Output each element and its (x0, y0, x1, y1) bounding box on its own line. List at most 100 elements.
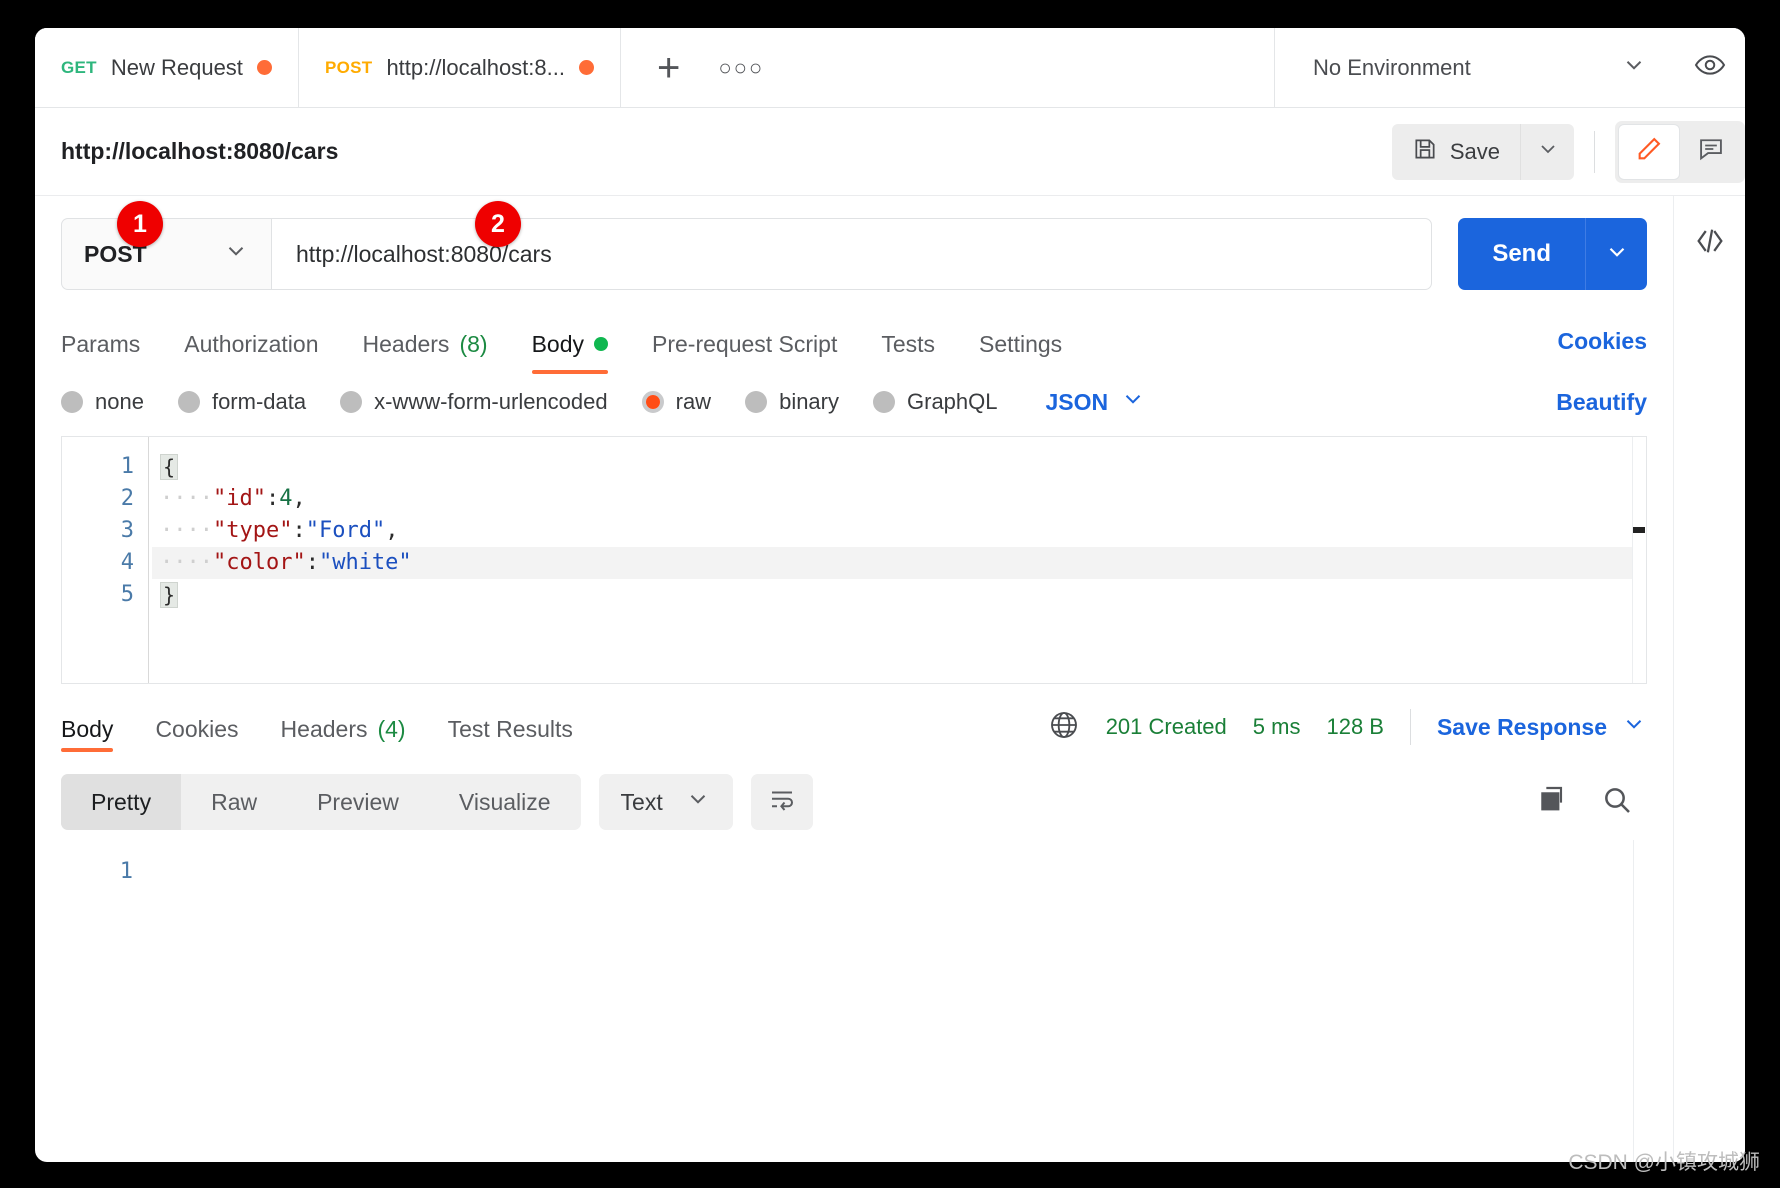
url-bar: 1 2 POST http://localhost:8080/cars Send (35, 196, 1673, 308)
code-line-2: ···· "id" : 4 , (152, 483, 1646, 515)
chevron-down-icon (1120, 386, 1146, 418)
plus-icon[interactable]: + (657, 48, 680, 88)
indent-dots: ···· (160, 486, 213, 511)
environment-label: No Environment (1313, 54, 1471, 80)
save-response-button[interactable]: Save Response (1437, 711, 1647, 743)
copy-icon[interactable] (1537, 784, 1569, 821)
tab-pre-request-script[interactable]: Pre-request Script (652, 308, 837, 374)
code-line-1: { (152, 451, 1646, 483)
code-icon[interactable] (1693, 224, 1727, 263)
ellipsis-icon[interactable]: ○○○ (718, 55, 764, 81)
environment-selector[interactable]: No Environment (1275, 28, 1675, 107)
tab-headers[interactable]: Headers (8) (363, 308, 488, 374)
response-view-toolbar: Pretty Raw Preview Visualize Text (35, 764, 1673, 840)
unsaved-indicator-icon (256, 60, 272, 75)
chevron-down-icon (1604, 239, 1630, 270)
request-tabs: Params Authorization Headers (8) Body Pr… (35, 308, 1673, 374)
annotation-badge-1: 1 (117, 201, 163, 247)
json-key: "color" (212, 550, 306, 575)
json-colon: : (305, 550, 319, 575)
tab-params[interactable]: Params (61, 308, 140, 374)
tab-count: (4) (377, 715, 406, 742)
tab-actions: + ○○○ (620, 28, 1275, 107)
editor-code[interactable]: { ···· "id" : 4 , ···· "type" : "Ford" ,… (148, 437, 1646, 683)
body-type-binary[interactable]: binary (745, 389, 839, 415)
body-type-x-www-form-urlencoded[interactable]: x-www-form-urlencoded (340, 389, 608, 415)
response-scrollbar[interactable] (1633, 840, 1647, 1162)
response-tab-cookies[interactable]: Cookies (155, 690, 238, 764)
indent-dots: ···· (160, 550, 213, 575)
save-options-button[interactable] (1520, 123, 1574, 180)
request-tab-0[interactable]: GET New Request (35, 28, 299, 107)
view-mode-pretty[interactable]: Pretty (61, 774, 182, 830)
body-type-raw[interactable]: raw (641, 389, 712, 415)
send-options-button[interactable] (1585, 218, 1647, 290)
request-tab-method: GET (61, 57, 97, 77)
postman-window: GET New Request POST http://localhost:8.… (35, 28, 1745, 1162)
body-type-label: binary (779, 389, 839, 414)
comment-button[interactable] (1680, 123, 1742, 180)
save-button[interactable]: Save (1391, 123, 1520, 180)
body-format-selector[interactable]: JSON (1046, 386, 1147, 418)
response-code[interactable] (147, 840, 1673, 1162)
url-input[interactable]: http://localhost:8080/cars (271, 218, 1433, 290)
line-number: 1 (120, 454, 134, 479)
body-format-label: JSON (1045, 388, 1109, 415)
request-name-bar: http://localhost:8080/cars Save (35, 108, 1745, 196)
response-actions (1537, 784, 1647, 821)
status-badge: 201 Created (1105, 714, 1227, 739)
cookies-link[interactable]: Cookies (1558, 328, 1647, 355)
body-type-graphql[interactable]: GraphQL (873, 389, 998, 415)
send-button[interactable]: Send (1458, 218, 1585, 290)
body-type-label: raw (675, 389, 712, 414)
page-title: http://localhost:8080/cars (61, 138, 339, 164)
editor-scrollbar-thumb[interactable] (1633, 527, 1645, 533)
tab-label: Headers (362, 330, 450, 357)
response-gutter: 1 (61, 840, 147, 1162)
line-number: 3 (120, 518, 134, 543)
beautify-button[interactable]: Beautify (1556, 389, 1647, 416)
fold-marker[interactable]: { (160, 454, 178, 480)
request-tab-method: POST (324, 57, 373, 77)
view-mode-visualize[interactable]: Visualize (429, 774, 581, 830)
edit-button[interactable] (1618, 123, 1680, 180)
editor-gutter: 1 2 3 4 5 (62, 437, 148, 683)
response-time: 5 ms (1252, 714, 1301, 739)
body-type-label: x-www-form-urlencoded (374, 389, 608, 414)
response-tab-test-results[interactable]: Test Results (448, 690, 573, 764)
tab-settings[interactable]: Settings (979, 308, 1062, 374)
request-tab-label: New Request (110, 54, 243, 80)
right-sidebar (1673, 196, 1745, 1162)
method-selector[interactable]: POST (61, 218, 271, 290)
tab-authorization[interactable]: Authorization (184, 308, 318, 374)
word-wrap-button[interactable] (750, 774, 813, 830)
edit-comment-group (1615, 120, 1745, 183)
request-body-editor[interactable]: 1 2 3 4 5 { ···· "id" : 4 , ···· "type" … (61, 436, 1647, 684)
fold-marker[interactable]: } (160, 582, 178, 608)
json-value: "Ford" (305, 518, 386, 543)
response-tab-headers[interactable]: Headers (4) (281, 690, 406, 764)
save-button-label: Save (1449, 138, 1500, 164)
request-tab-1[interactable]: POST http://localhost:8... (298, 28, 621, 107)
unsaved-indicator-icon (578, 60, 594, 75)
save-response-label: Save Response (1436, 713, 1607, 740)
line-number: 4 (120, 550, 134, 575)
comment-icon (1697, 135, 1725, 168)
tab-tests[interactable]: Tests (881, 308, 935, 374)
tab-label: Body (61, 715, 114, 742)
view-mode-preview[interactable]: Preview (287, 774, 429, 830)
response-body[interactable]: 1 (35, 840, 1673, 1162)
search-icon[interactable] (1601, 784, 1633, 821)
view-mode-raw[interactable]: Raw (181, 774, 287, 830)
body-type-form-data[interactable]: form-data (177, 389, 307, 415)
radio-icon (745, 391, 768, 413)
response-format-selector[interactable]: Text (598, 774, 733, 830)
environment-quick-look-button[interactable] (1675, 28, 1745, 107)
response-tabs: Body Cookies Headers (4) Test Results 20… (35, 690, 1673, 764)
editor-scrollbar[interactable] (1632, 437, 1646, 683)
body-type-none[interactable]: none (61, 389, 144, 415)
response-tab-body[interactable]: Body (61, 690, 114, 764)
tab-label: Cookies (155, 715, 239, 742)
tab-body[interactable]: Body (531, 308, 609, 374)
body-type-label: form-data (211, 389, 307, 414)
